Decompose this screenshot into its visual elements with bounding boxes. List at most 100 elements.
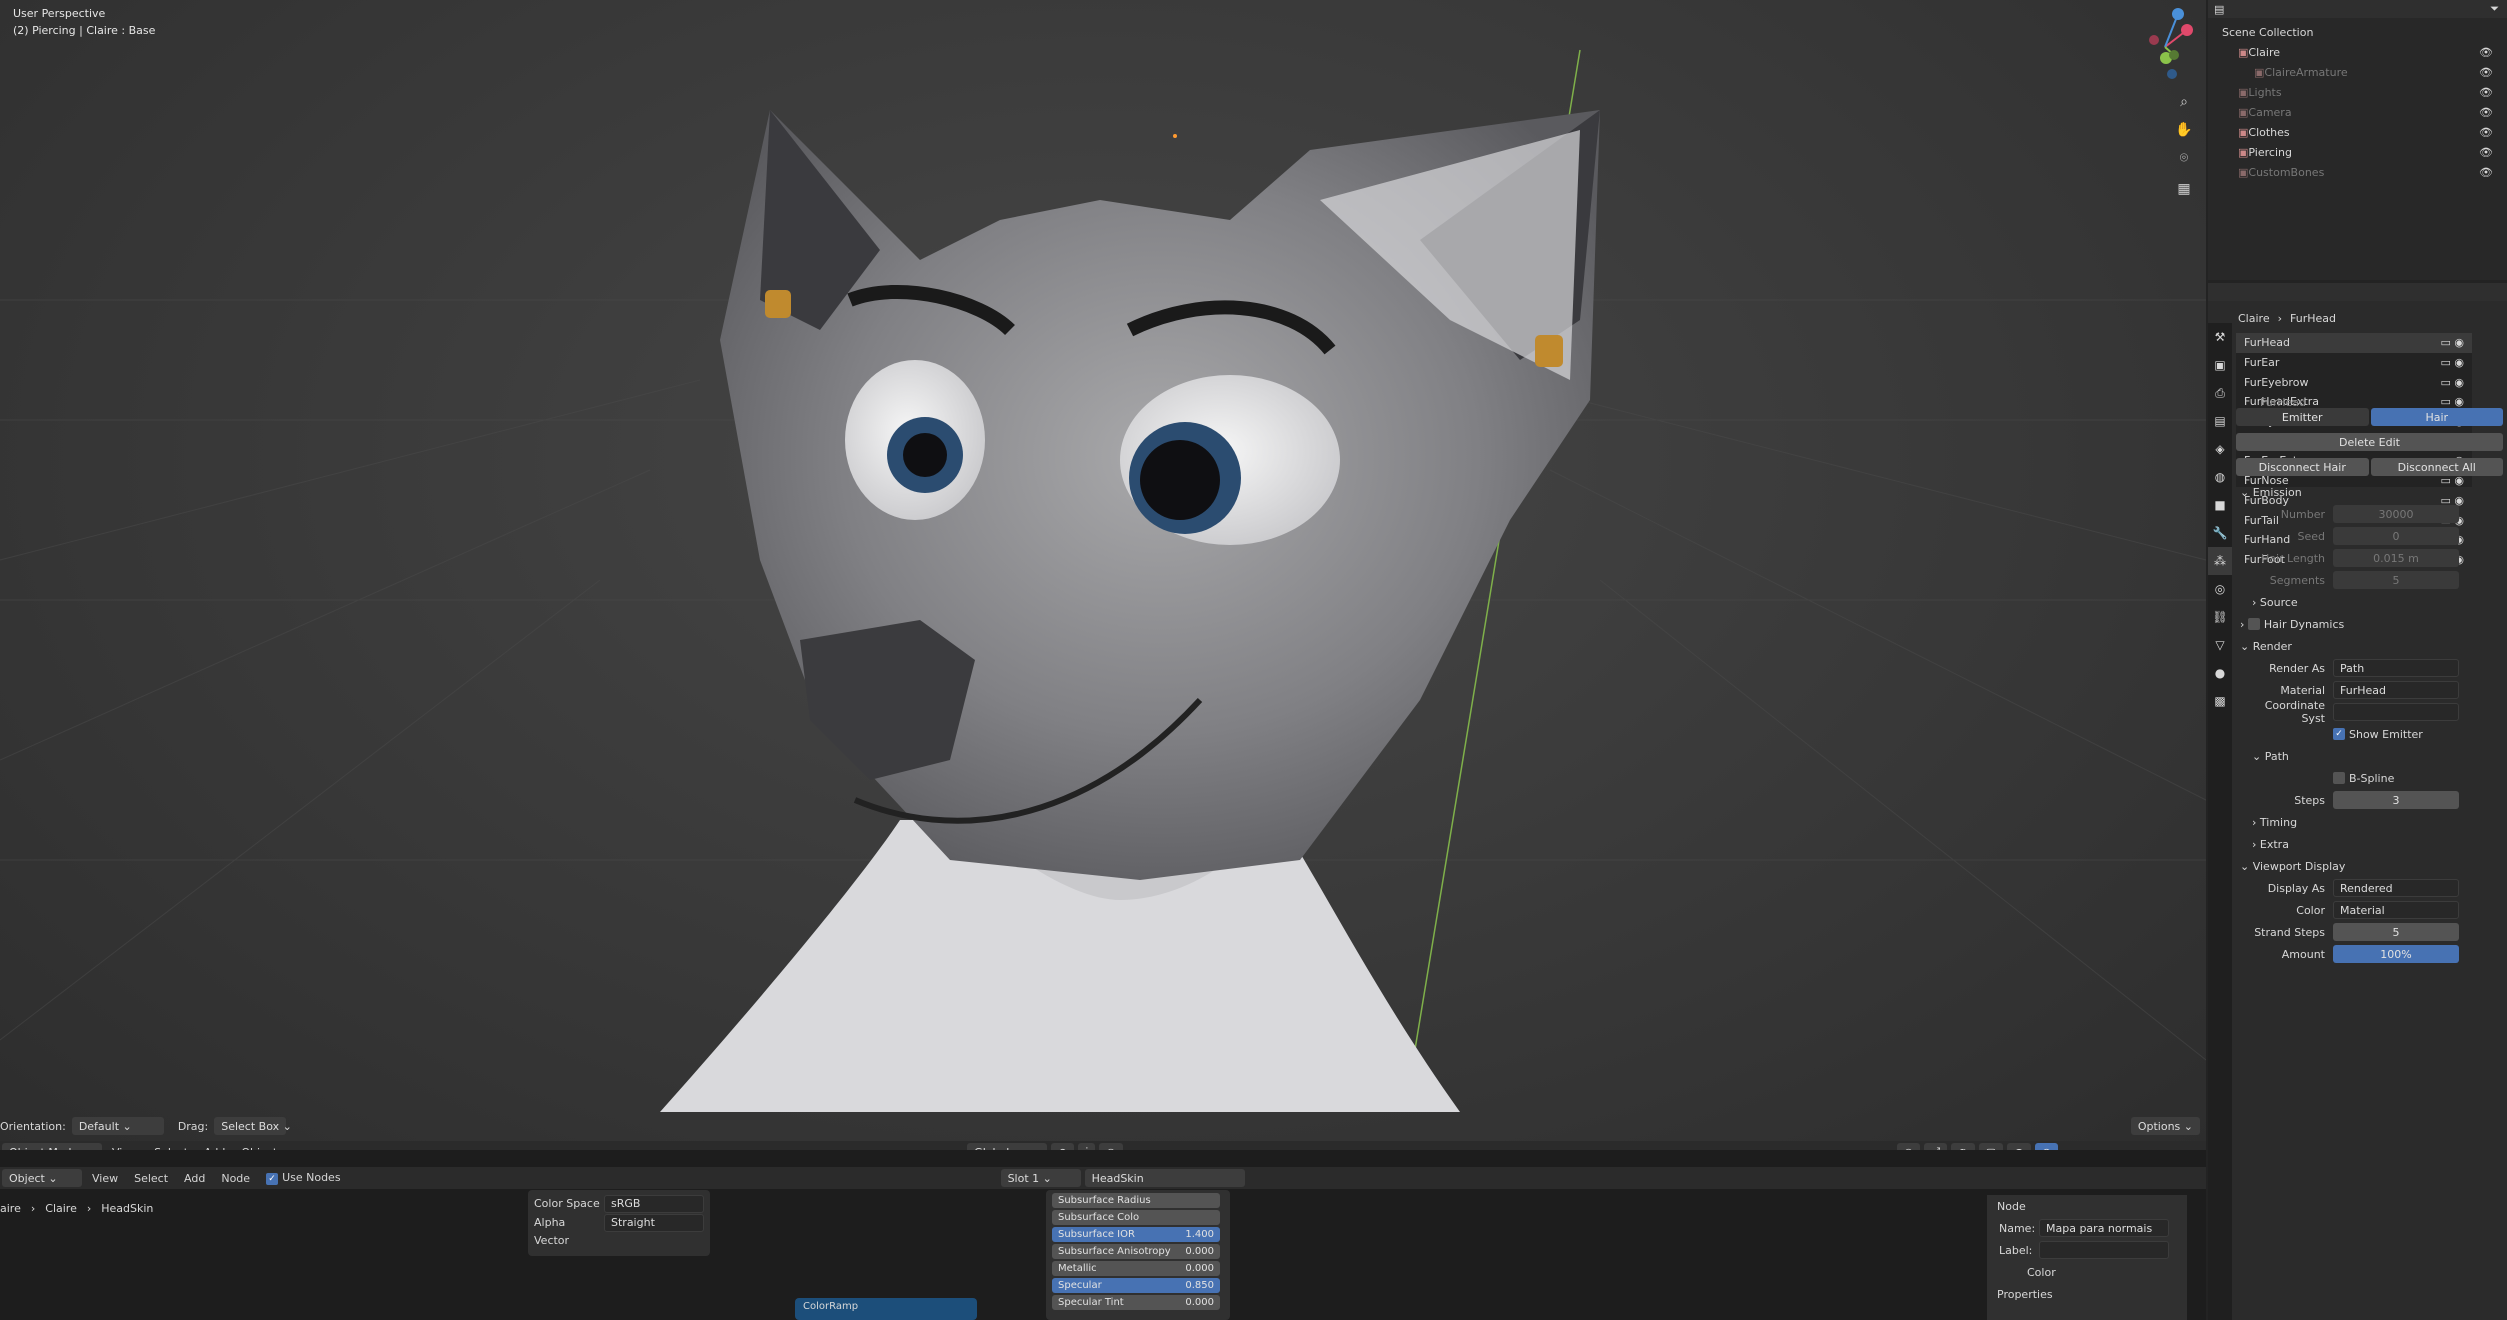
visibility-eye-icon[interactable]: 👁: [2479, 86, 2493, 99]
emitter-tab[interactable]: Emitter: [2236, 408, 2369, 426]
modifier-tab-icon[interactable]: 🔧: [2208, 519, 2232, 547]
display-as-select[interactable]: Rendered: [2333, 879, 2459, 897]
bsdf-input-row[interactable]: Metallic 0.000: [1052, 1260, 1224, 1277]
extra-subpanel[interactable]: › Extra: [2240, 833, 2507, 855]
object-tab-icon[interactable]: ■: [2208, 491, 2232, 519]
render-as-select[interactable]: Path: [2333, 659, 2459, 677]
use-nodes-toggle[interactable]: ✓ Use Nodes: [260, 1171, 347, 1185]
viewport-display-panel-header[interactable]: ⌄ Viewport Display: [2240, 855, 2507, 877]
render-tab-icon[interactable]: ▣: [2208, 351, 2232, 379]
properties-editor[interactable]: ⚒ ▣ ⎙ ▤ ◈ ◍ ■ 🔧 ⁂ ◎ ⛓ ▽ ● ▩ Claire › FurH…: [2208, 283, 2507, 1320]
render-toggle-icon[interactable]: ▭ ◉: [2441, 376, 2465, 389]
bspline-checkbox[interactable]: [2333, 772, 2345, 784]
3d-viewport[interactable]: User Perspective (2) Piercing | Claire :…: [0, 0, 2206, 1148]
alpha-select[interactable]: Straight: [604, 1213, 704, 1232]
filter-icon[interactable]: ⏷: [2490, 2, 2499, 16]
bsdf-input-row[interactable]: Specular Tint 0.000: [1052, 1294, 1224, 1311]
colorramp-node[interactable]: ColorRamp: [795, 1298, 977, 1320]
material-select[interactable]: FurHead: [2333, 681, 2459, 699]
data-tab-icon[interactable]: ▽: [2208, 631, 2232, 659]
texture-tab-icon[interactable]: ▩: [2208, 687, 2232, 715]
node-properties-panel[interactable]: Properties: [1987, 1283, 2187, 1305]
coordinate-system-field[interactable]: [2333, 703, 2459, 721]
particle-system-item[interactable]: FurEar ▭ ◉: [2236, 353, 2472, 373]
outliner[interactable]: ▤ ⏷ Scene Collection ▣ Claire 👁 ▣ ClaireArm…: [2208, 0, 2507, 280]
particle-system-item[interactable]: FurEyebrow ▭ ◉: [2236, 372, 2472, 392]
steps-field[interactable]: 3: [2333, 791, 2459, 809]
node-name-field[interactable]: Mapa para normais: [2039, 1219, 2169, 1237]
material-selector[interactable]: HeadSkin: [1084, 1169, 1245, 1187]
particles-tab-icon[interactable]: ⁂: [2208, 547, 2232, 575]
amount-slider[interactable]: 100%: [2333, 945, 2459, 963]
bsdf-input-field[interactable]: Subsurface Colo: [1052, 1210, 1220, 1225]
node-menu-select[interactable]: Select: [128, 1172, 174, 1185]
navigation-gizmo[interactable]: [2130, 2, 2200, 82]
slot-dropdown[interactable]: Slot 1 ⌄: [1000, 1169, 1081, 1187]
outliner-row[interactable]: ▣ ClaireArmature 👁: [2208, 62, 2507, 82]
orientation-dropdown[interactable]: Default ⌄: [71, 1117, 164, 1135]
visibility-eye-icon[interactable]: 👁: [2479, 66, 2493, 79]
segments-field[interactable]: 5: [2333, 571, 2459, 589]
timing-subpanel[interactable]: › Timing: [2240, 811, 2507, 833]
use-nodes-checkbox[interactable]: ✓: [266, 1173, 279, 1185]
image-texture-node[interactable]: Color Space sRGB Alpha Straight Vector: [528, 1190, 710, 1256]
outliner-row[interactable]: ▣ Piercing 👁: [2208, 142, 2507, 162]
bspline-toggle[interactable]: B-Spline: [2240, 767, 2507, 789]
bsdf-input-field[interactable]: Metallic 0.000: [1052, 1261, 1220, 1276]
particle-system-item[interactable]: FurHead ▭ ◉: [2236, 333, 2472, 353]
outliner-row[interactable]: ▣ Claire 👁: [2208, 42, 2507, 62]
camera-view-icon[interactable]: ⌾: [2172, 146, 2196, 170]
zoom-icon[interactable]: ⌕: [2172, 90, 2196, 114]
ortho-grid-icon[interactable]: ▦: [2172, 177, 2196, 201]
world-tab-icon[interactable]: ◍: [2208, 463, 2232, 491]
physics-tab-icon[interactable]: ◎: [2208, 575, 2232, 603]
disconnect-hair-button[interactable]: Disconnect Hair: [2236, 458, 2369, 476]
bsdf-input-field[interactable]: Subsurface Radius: [1052, 1193, 1220, 1208]
visibility-eye-icon[interactable]: 👁: [2479, 146, 2493, 159]
path-subpanel[interactable]: ⌄ Path: [2240, 745, 2507, 767]
outliner-row[interactable]: ▣ CustomBones 👁: [2208, 162, 2507, 182]
material-tab-icon[interactable]: ●: [2208, 659, 2232, 687]
bsdf-input-field[interactable]: Subsurface Anisotropy 0.000: [1052, 1244, 1220, 1259]
hair-tab[interactable]: Hair: [2370, 408, 2503, 426]
visibility-eye-icon[interactable]: 👁: [2479, 106, 2493, 119]
show-emitter-checkbox[interactable]: ✓: [2333, 728, 2345, 740]
strand-steps-field[interactable]: 5: [2333, 923, 2459, 941]
node-color-panel[interactable]: Color: [1987, 1261, 2187, 1283]
pan-hand-icon[interactable]: ✋: [2172, 118, 2196, 142]
visibility-eye-icon[interactable]: 👁: [2479, 46, 2493, 59]
visibility-eye-icon[interactable]: 👁: [2479, 166, 2493, 179]
bsdf-input-field[interactable]: Specular 0.850: [1052, 1278, 1220, 1293]
outliner-row[interactable]: ▣ Clothes 👁: [2208, 122, 2507, 142]
hair-dynamics-checkbox[interactable]: [2247, 618, 2260, 630]
tool-tab-icon[interactable]: ⚒: [2208, 323, 2232, 351]
display-color-select[interactable]: Material: [2333, 901, 2459, 919]
node-label-field[interactable]: [2039, 1241, 2169, 1259]
render-panel-header[interactable]: ⌄ Render: [2240, 635, 2507, 657]
bsdf-input-field[interactable]: Specular Tint 0.000: [1052, 1295, 1220, 1310]
outliner-row[interactable]: ▣ Lights 👁: [2208, 82, 2507, 102]
delete-edit-button[interactable]: Delete Edit: [2236, 433, 2503, 451]
hair-length-field[interactable]: 0.015 m: [2333, 549, 2459, 567]
seed-field[interactable]: 0: [2333, 527, 2459, 545]
bsdf-input-row[interactable]: Specular 0.850: [1052, 1277, 1224, 1294]
node-menu-node[interactable]: Node: [215, 1172, 256, 1185]
scene-tab-icon[interactable]: ◈: [2208, 435, 2232, 463]
principled-bsdf-node[interactable]: document.write(''); Subsurface RadiusSub…: [1046, 1190, 1230, 1320]
bsdf-input-row[interactable]: Subsurface Radius: [1052, 1192, 1224, 1209]
node-menu-view[interactable]: View: [86, 1172, 124, 1185]
node-mode-dropdown[interactable]: Object ⌄: [2, 1169, 82, 1187]
visibility-eye-icon[interactable]: 👁: [2479, 126, 2493, 139]
output-tab-icon[interactable]: ⎙: [2208, 379, 2232, 407]
constraints-tab-icon[interactable]: ⛓: [2208, 603, 2232, 631]
bsdf-input-row[interactable]: Subsurface Anisotropy 0.000: [1052, 1243, 1224, 1260]
disconnect-all-button[interactable]: Disconnect All: [2370, 458, 2503, 476]
outliner-row[interactable]: ▣ Camera 👁: [2208, 102, 2507, 122]
number-field[interactable]: 30000: [2333, 505, 2459, 523]
node-menu-add[interactable]: Add: [178, 1172, 211, 1185]
drag-dropdown[interactable]: Select Box ⌄: [214, 1117, 292, 1135]
show-emitter-toggle[interactable]: ✓ Show Emitter: [2240, 723, 2507, 745]
shader-editor[interactable]: Object ⌄ View Select Add Node ✓ Use Nodes…: [0, 1150, 2206, 1320]
options-button[interactable]: Options ⌄: [2130, 1117, 2200, 1135]
bsdf-input-row[interactable]: Subsurface IOR 1.400: [1052, 1226, 1224, 1243]
